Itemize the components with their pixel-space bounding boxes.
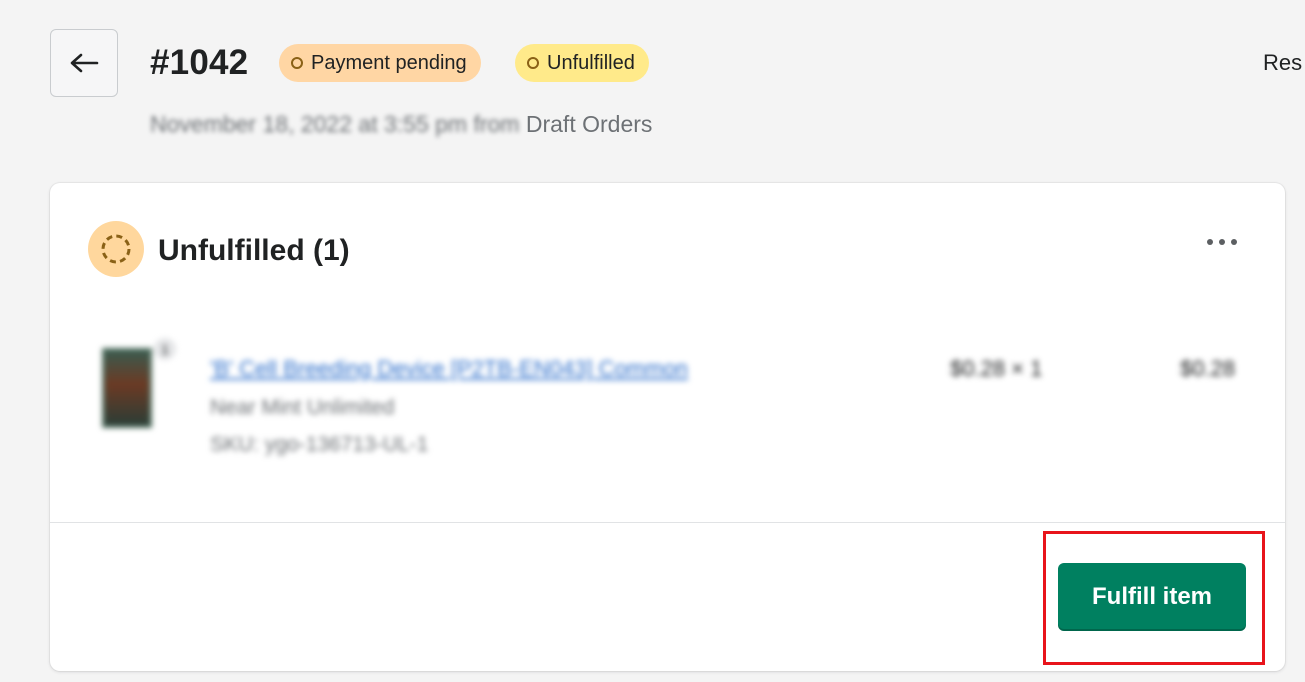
product-variant: Near Mint Unlimited bbox=[210, 396, 395, 419]
payment-status-badge: Payment pending bbox=[279, 44, 481, 82]
unfulfilled-card: Unfulfilled (1) 1 'B' Cell Breeding Devi… bbox=[50, 183, 1285, 671]
line-item: 1 'B' Cell Breeding Device [P2TB-EN043] … bbox=[98, 338, 1248, 468]
unfulfilled-dashed-circle-icon bbox=[88, 221, 144, 277]
product-title-link[interactable]: 'B' Cell Breeding Device [P2TB-EN043] Co… bbox=[210, 354, 688, 384]
unit-price-quantity: $0.28 × 1 bbox=[950, 356, 1043, 381]
back-button[interactable] bbox=[50, 29, 118, 97]
fulfillment-status-badge: Unfulfilled bbox=[515, 44, 649, 82]
product-thumbnail bbox=[102, 348, 152, 428]
header-action-link[interactable]: Res bbox=[1263, 48, 1302, 78]
payment-status-label: Payment pending bbox=[311, 51, 467, 74]
more-actions-button[interactable] bbox=[1202, 227, 1242, 257]
order-number: #1042 bbox=[150, 43, 249, 82]
status-dot-icon bbox=[291, 57, 303, 69]
order-date: November 18, 2022 at 3:55 pm from bbox=[150, 111, 520, 137]
fulfillment-status-label: Unfulfilled bbox=[547, 51, 635, 74]
product-sku: SKU: ygo-136713-UL-1 bbox=[210, 433, 429, 456]
order-source: Draft Orders bbox=[525, 111, 653, 137]
fulfill-item-button[interactable]: Fulfill item bbox=[1058, 563, 1246, 631]
card-heading: Unfulfilled (1) bbox=[158, 234, 350, 267]
card-divider bbox=[50, 522, 1285, 523]
status-dot-icon bbox=[527, 57, 539, 69]
quantity-badge: 1 bbox=[154, 338, 176, 360]
more-horizontal-icon bbox=[1205, 233, 1239, 251]
arrow-left-icon bbox=[69, 52, 99, 74]
order-subtitle: November 18, 2022 at 3:55 pm from Draft … bbox=[150, 108, 652, 140]
line-total: $0.28 bbox=[1180, 356, 1236, 381]
